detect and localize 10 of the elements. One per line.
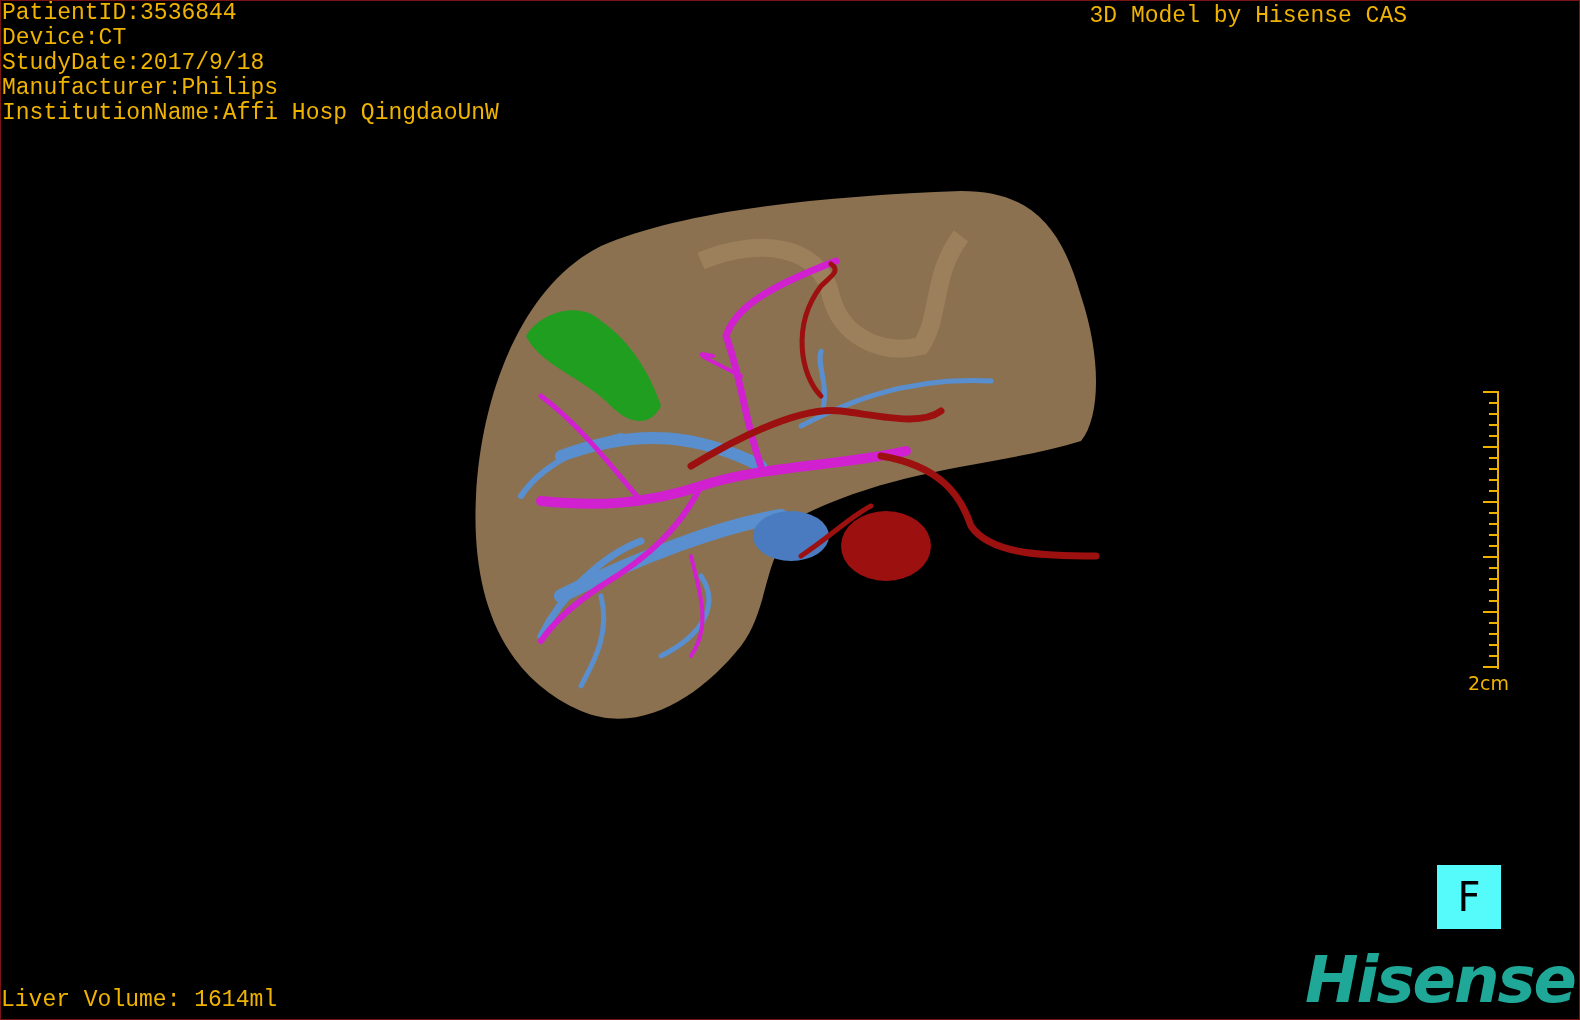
view-orientation-button[interactable]: F bbox=[1437, 865, 1501, 929]
scale-label: 2cm bbox=[1467, 671, 1509, 696]
liver-volume-text: Liver Volume: 1614ml bbox=[1, 988, 278, 1013]
dicom-info-text: PatientID:3536844 bbox=[2, 1, 238, 26]
dicom-info-text: Device:CT bbox=[2, 26, 128, 51]
brand-logo: Hisense bbox=[1304, 947, 1575, 1013]
model-title: 3D Model by Hisense CAS bbox=[1089, 2, 1407, 29]
dicom-info-text: Manufacturer:Philips bbox=[2, 76, 280, 101]
dicom-info-text: InstitutionName:Affi Hosp QingdaoUnW bbox=[2, 101, 499, 126]
dicom-info-text: StudyDate:2017/9/18 bbox=[2, 51, 266, 76]
